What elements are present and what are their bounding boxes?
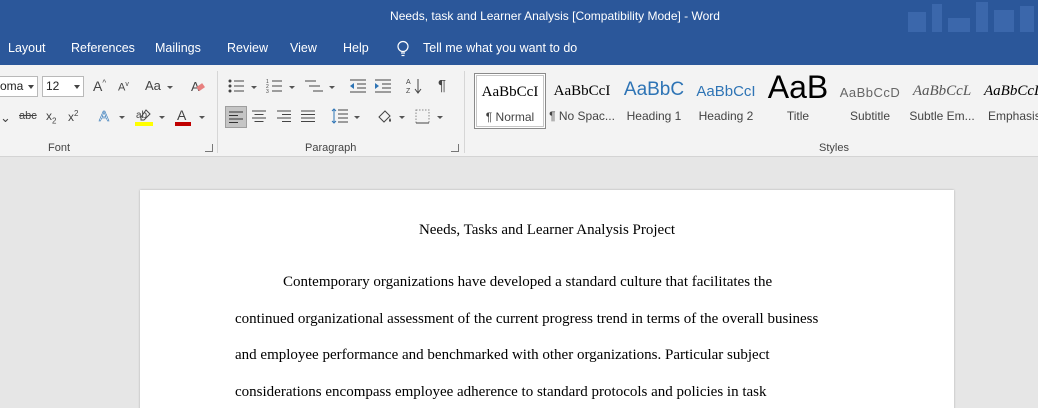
style-label: Title — [786, 109, 810, 123]
line-spacing-icon[interactable] — [331, 108, 349, 124]
chevron-down-icon[interactable] — [199, 116, 205, 119]
title-bar-decoration — [898, 0, 1038, 32]
style-label: Heading 2 — [698, 109, 754, 123]
increase-indent-icon[interactable] — [374, 78, 392, 94]
style-preview: AaBbCcL — [984, 83, 1038, 99]
align-center-icon[interactable] — [252, 110, 266, 122]
paragraph-dialog-launcher-icon[interactable] — [451, 144, 459, 152]
style-label: Subtitle — [849, 109, 891, 123]
tab-view[interactable]: View — [290, 41, 317, 55]
chevron-down-icon[interactable] — [28, 85, 34, 89]
style-preview: AaBbC — [623, 79, 685, 100]
title-bar: Needs, task and Learner Analysis [Compat… — [0, 0, 1038, 32]
font-group-label: Font — [48, 142, 71, 154]
font-name-value: oma — [0, 79, 24, 93]
chevron-down-icon[interactable] — [251, 86, 257, 89]
style-preview: AaB — [767, 69, 829, 105]
document-paragraph-line: Contemporary organizations have develope… — [283, 274, 773, 290]
tab-help[interactable]: Help — [343, 41, 369, 55]
ribbon: oma 12 A^ Av Aa A ⌄ abc x2 x2 A ab A Fon… — [0, 65, 1038, 157]
chevron-down-icon[interactable] — [119, 116, 125, 119]
chevron-down-icon[interactable] — [289, 86, 295, 89]
shading-icon[interactable] — [376, 108, 394, 126]
chevron-down-icon[interactable] — [354, 116, 360, 119]
chevron-down-icon[interactable] — [437, 116, 443, 119]
chevron-down-icon[interactable] — [399, 116, 405, 119]
style-label: Heading 1 — [626, 109, 682, 123]
document-canvas[interactable]: Needs, Tasks and Learner Analysis Projec… — [0, 157, 1038, 408]
document-page[interactable]: Needs, Tasks and Learner Analysis Projec… — [140, 190, 954, 408]
grow-font-icon[interactable]: A^ — [93, 79, 106, 93]
chevron-down-icon[interactable]: ⌄ — [0, 111, 11, 124]
font-size-value: 12 — [46, 79, 60, 93]
style-preview: AaBbCcI — [481, 84, 539, 100]
highlight-icon[interactable]: ab — [134, 107, 154, 127]
ribbon-tabs: Layout References Mailings Review View H… — [0, 32, 1038, 65]
bullets-icon[interactable] — [228, 78, 246, 94]
svg-text:A: A — [177, 107, 187, 123]
text-effects-icon[interactable]: A — [99, 109, 110, 125]
align-left-icon — [229, 111, 243, 123]
clear-formatting-icon[interactable]: A — [190, 78, 206, 94]
style-subtle-emphasis[interactable]: AaBbCcL Subtle Em... — [906, 73, 978, 129]
font-dialog-launcher-icon[interactable] — [205, 144, 213, 152]
style-title[interactable]: AaB Title — [762, 69, 834, 129]
window-title: Needs, task and Learner Analysis [Compat… — [390, 9, 720, 23]
multilevel-list-icon[interactable] — [304, 78, 324, 94]
change-case-icon[interactable]: Aa — [145, 79, 161, 92]
highlight-color-swatch — [135, 122, 153, 126]
tab-references[interactable]: References — [71, 41, 135, 55]
style-preview: AaBbCcL — [912, 83, 972, 99]
chevron-down-icon[interactable] — [159, 116, 165, 119]
chevron-down-icon[interactable] — [167, 86, 173, 89]
subscript-icon[interactable]: x2 — [46, 110, 56, 125]
style-heading-1[interactable]: AaBbC Heading 1 — [618, 73, 690, 129]
style-no-spacing[interactable]: AaBbCcI ¶ No Spac... — [546, 73, 618, 129]
tab-mailings[interactable]: Mailings — [155, 41, 201, 55]
style-emphasis[interactable]: AaBbCcL Emphasis — [978, 73, 1038, 129]
style-preview: AaBbCcD — [839, 85, 901, 100]
font-color-swatch — [175, 122, 191, 126]
style-label: ¶ No Spac... — [549, 109, 615, 123]
superscript-icon[interactable]: x2 — [68, 110, 78, 124]
svg-text:Z: Z — [406, 88, 411, 95]
tab-layout[interactable]: Layout — [8, 41, 46, 55]
borders-icon[interactable] — [415, 109, 430, 124]
align-left-button[interactable] — [225, 106, 247, 128]
chevron-down-icon[interactable] — [74, 85, 80, 89]
group-divider — [464, 71, 465, 153]
document-paragraph-line: considerations encompass employee adhere… — [235, 384, 767, 400]
svg-text:A: A — [406, 79, 411, 86]
style-label: ¶ Normal — [485, 110, 535, 124]
font-size-combo[interactable]: 12 — [42, 76, 84, 97]
style-subtitle[interactable]: AaBbCcD Subtitle — [834, 73, 906, 129]
style-heading-2[interactable]: AaBbCcI Heading 2 — [690, 73, 762, 129]
align-right-icon[interactable] — [277, 110, 291, 122]
lightbulb-icon — [397, 40, 409, 57]
font-color-icon[interactable]: A — [174, 107, 192, 127]
numbering-icon[interactable]: 1 2 3 — [266, 78, 284, 94]
sort-icon[interactable]: AZ — [406, 77, 422, 95]
font-name-combo[interactable]: oma — [0, 76, 38, 97]
justify-icon[interactable] — [301, 110, 315, 122]
style-normal[interactable]: AaBbCcI ¶ Normal — [474, 73, 546, 129]
chevron-down-icon[interactable] — [329, 86, 335, 89]
decrease-indent-icon[interactable] — [349, 78, 367, 94]
document-paragraph-line: and employee performance and benchmarked… — [235, 347, 770, 363]
document-paragraph-line: continued organizational assessment of t… — [235, 311, 819, 327]
paragraph-group-label: Paragraph — [305, 142, 357, 154]
styles-group-label: Styles — [819, 142, 849, 154]
group-divider — [217, 71, 218, 153]
style-preview: AaBbCcI — [696, 83, 756, 100]
shrink-font-icon[interactable]: Av — [118, 81, 129, 94]
document-title: Needs, Tasks and Learner Analysis Projec… — [418, 222, 676, 238]
style-preview: AaBbCcI — [553, 83, 611, 99]
style-label: Emphasis — [988, 109, 1038, 123]
style-label: Subtle Em... — [909, 109, 975, 123]
svg-text:3: 3 — [266, 89, 269, 94]
tell-me-search[interactable]: Tell me what you want to do — [423, 41, 577, 55]
tab-review[interactable]: Review — [227, 41, 268, 55]
show-formatting-marks-icon[interactable]: ¶ — [438, 78, 446, 93]
strikethrough-icon[interactable]: abc — [19, 111, 37, 122]
